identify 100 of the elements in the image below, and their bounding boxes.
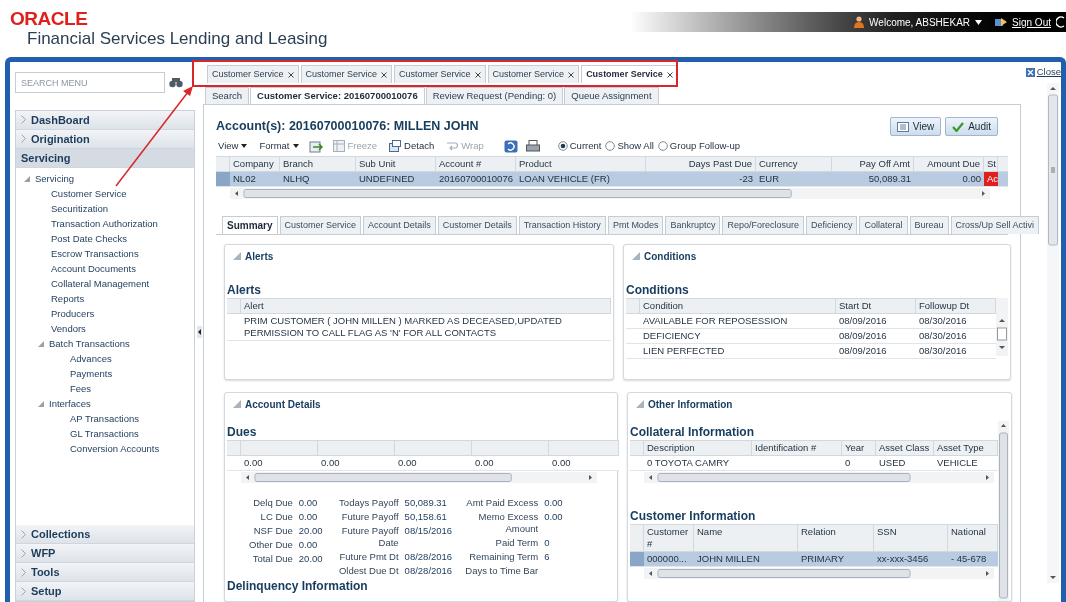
close-icon[interactable]	[381, 71, 388, 78]
sub-tab[interactable]: Queue Assignment	[564, 87, 659, 104]
menu-section-header[interactable]: Tools	[16, 563, 194, 582]
expanded-triangle-icon[interactable]	[24, 175, 31, 183]
column-header[interactable]: Product	[516, 157, 646, 171]
menu-section-header[interactable]: DashBoard	[16, 110, 194, 130]
detail-tab[interactable]: Collateral	[859, 216, 908, 234]
column-header[interactable]: Name	[694, 525, 798, 551]
collapse-handle-icon[interactable]	[196, 326, 202, 338]
refresh-icon[interactable]	[503, 139, 518, 153]
close-icon[interactable]	[568, 71, 575, 78]
toolbar-button[interactable]: Detach	[387, 138, 437, 154]
detail-tab[interactable]: Customer Service	[279, 216, 362, 234]
menu-item[interactable]: Vendors	[51, 322, 86, 337]
menu-item[interactable]: Payments	[70, 367, 113, 382]
detail-tab[interactable]: Bankruptcy	[665, 216, 721, 234]
menu-item[interactable]: Customer Service	[51, 187, 127, 202]
detail-tab[interactable]: Transaction History	[518, 216, 606, 234]
close-icon[interactable]	[666, 71, 673, 78]
close-icon[interactable]	[287, 71, 294, 78]
menu-item[interactable]: Advances	[70, 352, 112, 367]
close-link[interactable]: Close	[1025, 65, 1061, 80]
detail-tab[interactable]: Pmt Modes	[607, 216, 664, 234]
menu-item[interactable]: Servicing	[35, 172, 75, 187]
radio-option[interactable]: Group Follow-up	[657, 138, 741, 154]
panel-title[interactable]: Other Information	[648, 396, 733, 412]
document-tab[interactable]: Customer Service	[487, 65, 580, 83]
menu-item[interactable]: Reports	[51, 292, 85, 307]
column-header[interactable]: Days Past Due	[646, 157, 756, 171]
expanded-triangle-icon[interactable]	[38, 400, 45, 408]
column-header[interactable]: Start Dt	[836, 299, 916, 313]
menu-item[interactable]: AP Transactions	[70, 412, 139, 427]
menu-item[interactable]: Producers	[51, 307, 95, 322]
column-header[interactable]: Currency	[756, 157, 832, 171]
column-header[interactable]: Relation	[798, 525, 874, 551]
menu-button[interactable]: Format	[257, 138, 301, 154]
field-label: Todays Payoff	[338, 497, 399, 509]
document-tab[interactable]: Customer Service	[581, 65, 678, 83]
user-menu[interactable]: Welcome, ABSHEKAR	[869, 14, 971, 30]
menu-item[interactable]: Account Documents	[51, 262, 136, 277]
column-header[interactable]: Branch	[280, 157, 356, 171]
detail-tab[interactable]: Bureau	[909, 216, 949, 234]
column-header[interactable]: Identification #	[752, 441, 842, 455]
expanded-triangle-icon[interactable]	[38, 340, 45, 348]
menu-item[interactable]: Transaction Authorization	[51, 217, 158, 232]
menu-item[interactable]: Batch Transactions	[49, 337, 130, 352]
column-header[interactable]: Year	[842, 441, 876, 455]
table-cell-text: 08/09/2016	[838, 329, 888, 343]
field-value: 08/28/2016	[404, 551, 453, 563]
panel-title[interactable]: Account Details	[245, 396, 321, 412]
sub-tab[interactable]: Review Request (Pending: 0)	[425, 87, 564, 104]
close-icon[interactable]	[474, 71, 481, 78]
menu-button[interactable]: View	[216, 138, 250, 154]
audit-button[interactable]: Audit	[945, 117, 998, 136]
column-header[interactable]: Asset Class	[876, 441, 934, 455]
sub-tab[interactable]: Customer Service: 20160700010076	[250, 87, 425, 104]
column-header[interactable]: Condition	[640, 299, 836, 313]
document-tab[interactable]: Customer Service	[394, 65, 486, 83]
detail-tab[interactable]: Cross/Up Sell Activi	[950, 216, 1040, 234]
detail-tab[interactable]: Repo/Foreclosure	[722, 216, 804, 234]
menu-item[interactable]: Interfaces	[49, 397, 91, 412]
column-header[interactable]: Company	[230, 157, 280, 171]
table-cell-text: 08/09/2016	[838, 314, 888, 328]
view-button[interactable]: View	[889, 117, 942, 136]
menu-section-header[interactable]: WFP	[16, 544, 194, 563]
menu-item[interactable]: Conversion Accounts	[70, 442, 160, 457]
column-header[interactable]: Amount Due	[914, 157, 984, 171]
column-header[interactable]: Sub Unit	[356, 157, 436, 171]
table-row[interactable]: 000000... JOHN MILLEN PRIMARY xx-xxx-3456 - 45-678	[630, 552, 998, 567]
panel-title[interactable]: Conditions	[644, 248, 697, 264]
search-icon[interactable]	[169, 77, 183, 89]
export-icon[interactable]	[308, 139, 323, 153]
column-header[interactable]: St	[984, 157, 998, 171]
menu-item[interactable]: Securitization	[51, 202, 109, 217]
menu-item[interactable]: Collateral Management	[51, 277, 150, 292]
menu-item[interactable]: Post Date Checks	[51, 232, 128, 247]
menu-item[interactable]: GL Transactions	[70, 427, 139, 442]
column-header[interactable]: Account #	[436, 157, 516, 171]
column-header[interactable]: Description	[644, 441, 752, 455]
table-row[interactable]: NL02 NLHQ UNDEFINED 20160700010076 LOAN VEHICLE (FR) -23 EUR 50,089.31 0.00 Ac	[216, 172, 1008, 187]
detail-tab[interactable]: Deficiency	[805, 216, 858, 234]
column-header[interactable]: Customer #	[644, 525, 694, 551]
sign-out-link[interactable]: Sign Out	[1012, 14, 1051, 30]
detail-tab[interactable]: Customer Details	[437, 216, 517, 234]
column-header[interactable]: Pay Off Amt	[832, 157, 914, 171]
print-icon[interactable]	[525, 139, 540, 153]
detail-tab[interactable]: Summary	[222, 216, 278, 234]
menu-section-header[interactable]: Collections	[16, 525, 194, 544]
radio-option[interactable]: Current	[557, 138, 602, 154]
column-header[interactable]: SSN	[874, 525, 948, 551]
document-tab[interactable]: Customer Service	[207, 65, 299, 83]
menu-item[interactable]: Fees	[70, 382, 92, 397]
panel-title[interactable]: Alerts	[245, 248, 274, 264]
sub-tab[interactable]: Search	[205, 87, 250, 104]
detail-tab[interactable]: Account Details	[363, 216, 436, 234]
menu-item[interactable]: Escrow Transactions	[51, 247, 139, 262]
radio-option[interactable]: Show All	[605, 138, 654, 154]
search-field[interactable]: SEARCH MENU	[15, 72, 165, 94]
document-tab[interactable]: Customer Service	[300, 65, 393, 83]
menu-section-header[interactable]: Setup	[16, 582, 194, 601]
